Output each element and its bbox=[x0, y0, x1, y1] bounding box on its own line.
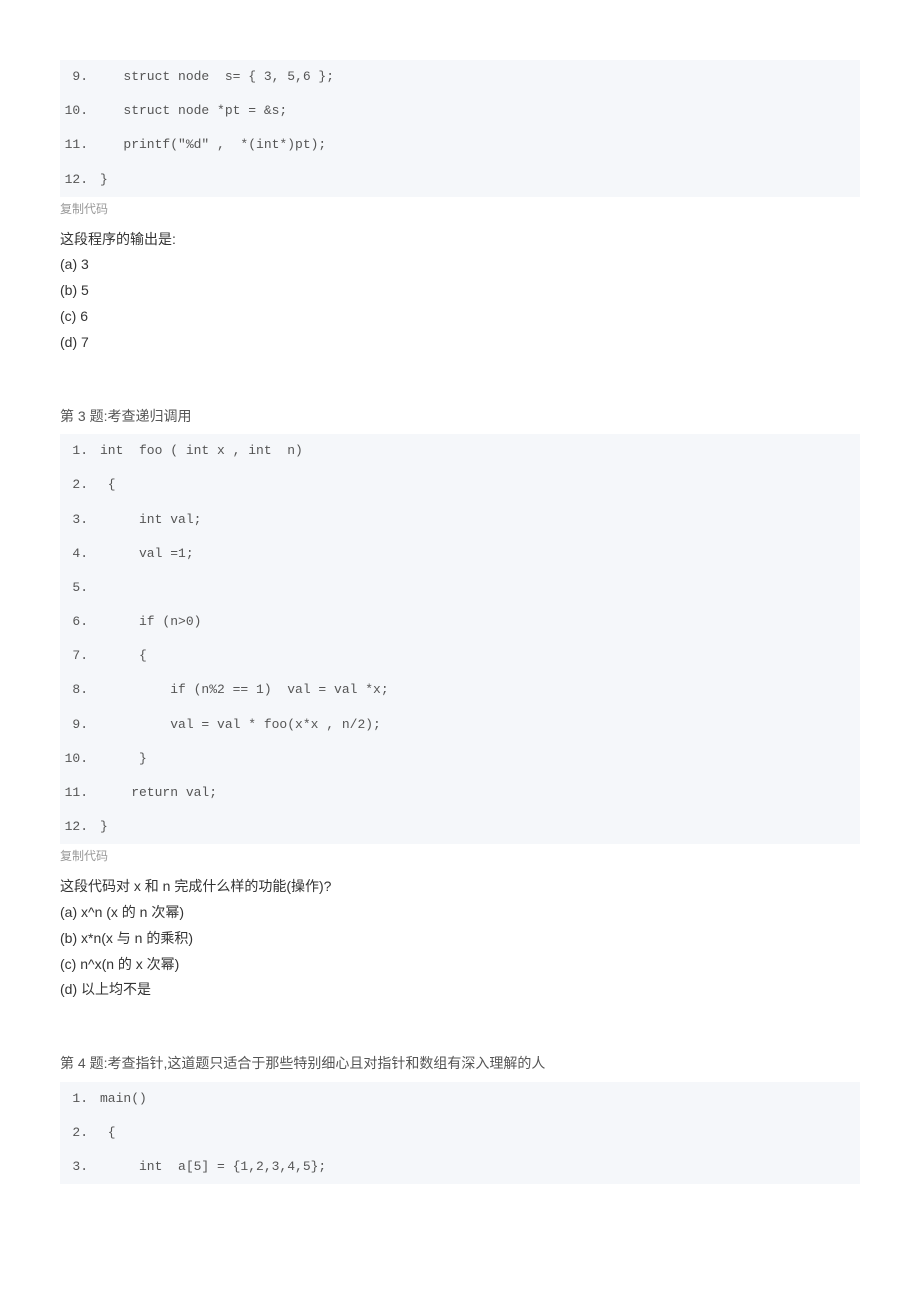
line-number: 12. bbox=[60, 171, 100, 189]
line-number: 1. bbox=[60, 1090, 100, 1108]
line-code: int val; bbox=[100, 511, 860, 529]
line-code: { bbox=[100, 647, 860, 665]
option-a: (a) 3 bbox=[60, 253, 860, 277]
line-code: } bbox=[100, 171, 860, 189]
option-b: (b) 5 bbox=[60, 279, 860, 303]
line-number: 3. bbox=[60, 511, 100, 529]
line-code: { bbox=[100, 1124, 860, 1142]
code-line: 7. { bbox=[60, 639, 860, 673]
line-code bbox=[100, 579, 860, 597]
line-number: 9. bbox=[60, 68, 100, 86]
code-line: 3. int val; bbox=[60, 503, 860, 537]
question-stem: 这段代码对 x 和 n 完成什么样的功能(操作)? bbox=[60, 875, 860, 899]
line-code: } bbox=[100, 750, 860, 768]
code-block-2: 1. int foo ( int x , int n) 2. { 3. int … bbox=[60, 434, 860, 844]
code-line: 1. int foo ( int x , int n) bbox=[60, 434, 860, 468]
line-code: return val; bbox=[100, 784, 860, 802]
line-number: 7. bbox=[60, 647, 100, 665]
line-code: val = val * foo(x*x , n/2); bbox=[100, 716, 860, 734]
code-line: 12. } bbox=[60, 163, 860, 197]
line-code: if (n%2 == 1) val = val *x; bbox=[100, 681, 860, 699]
code-block-3: 1. main() 2. { 3. int a[5] = {1,2,3,4,5}… bbox=[60, 1082, 860, 1185]
question-3-title: 第 3 题:考查递归调用 bbox=[60, 407, 860, 427]
line-code: val =1; bbox=[100, 545, 860, 563]
code-line: 2. { bbox=[60, 468, 860, 502]
code-line: 11. return val; bbox=[60, 776, 860, 810]
line-number: 4. bbox=[60, 545, 100, 563]
line-code: int foo ( int x , int n) bbox=[100, 442, 860, 460]
option-d: (d) 7 bbox=[60, 331, 860, 355]
line-number: 8. bbox=[60, 681, 100, 699]
line-number: 2. bbox=[60, 1124, 100, 1142]
option-b: (b) x*n(x 与 n 的乘积) bbox=[60, 927, 860, 951]
code-line: 10. struct node *pt = &s; bbox=[60, 94, 860, 128]
line-number: 3. bbox=[60, 1158, 100, 1176]
code-line: 6. if (n>0) bbox=[60, 605, 860, 639]
copy-code-label[interactable]: 复制代码 bbox=[60, 197, 860, 226]
code-block-1: 9. struct node s= { 3, 5,6 }; 10. struct… bbox=[60, 60, 860, 197]
code-line: 9. val = val * foo(x*x , n/2); bbox=[60, 708, 860, 742]
code-line: 8. if (n%2 == 1) val = val *x; bbox=[60, 673, 860, 707]
line-code: if (n>0) bbox=[100, 613, 860, 631]
line-number: 1. bbox=[60, 442, 100, 460]
option-c: (c) 6 bbox=[60, 305, 860, 329]
code-line: 2. { bbox=[60, 1116, 860, 1150]
code-line: 1. main() bbox=[60, 1082, 860, 1116]
line-code: printf("%d" , *(int*)pt); bbox=[100, 136, 860, 154]
line-code: } bbox=[100, 818, 860, 836]
line-number: 10. bbox=[60, 102, 100, 120]
code-line: 4. val =1; bbox=[60, 537, 860, 571]
line-code: main() bbox=[100, 1090, 860, 1108]
option-d: (d) 以上均不是 bbox=[60, 978, 860, 1002]
line-number: 2. bbox=[60, 476, 100, 494]
line-number: 12. bbox=[60, 818, 100, 836]
line-code: int a[5] = {1,2,3,4,5}; bbox=[100, 1158, 860, 1176]
code-line: 10. } bbox=[60, 742, 860, 776]
question-stem: 这段程序的输出是: bbox=[60, 228, 860, 252]
line-code: struct node *pt = &s; bbox=[100, 102, 860, 120]
question-3-outro: 这段代码对 x 和 n 完成什么样的功能(操作)? (a) x^n (x 的 n… bbox=[60, 875, 860, 1002]
line-code: { bbox=[100, 476, 860, 494]
line-number: 5. bbox=[60, 579, 100, 597]
question-4-title: 第 4 题:考查指针,这道题只适合于那些特别细心且对指针和数组有深入理解的人 bbox=[60, 1054, 860, 1074]
option-c: (c) n^x(n 的 x 次幂) bbox=[60, 953, 860, 977]
copy-code-label[interactable]: 复制代码 bbox=[60, 844, 860, 873]
code-line: 11. printf("%d" , *(int*)pt); bbox=[60, 128, 860, 162]
line-number: 6. bbox=[60, 613, 100, 631]
code-line: 5. bbox=[60, 571, 860, 605]
line-number: 11. bbox=[60, 136, 100, 154]
code-line: 12. } bbox=[60, 810, 860, 844]
line-code: struct node s= { 3, 5,6 }; bbox=[100, 68, 860, 86]
option-a: (a) x^n (x 的 n 次幂) bbox=[60, 901, 860, 925]
line-number: 11. bbox=[60, 784, 100, 802]
line-number: 9. bbox=[60, 716, 100, 734]
line-number: 10. bbox=[60, 750, 100, 768]
code-line: 3. int a[5] = {1,2,3,4,5}; bbox=[60, 1150, 860, 1184]
question-2-outro: 这段程序的输出是: (a) 3 (b) 5 (c) 6 (d) 7 bbox=[60, 228, 860, 355]
code-line: 9. struct node s= { 3, 5,6 }; bbox=[60, 60, 860, 94]
